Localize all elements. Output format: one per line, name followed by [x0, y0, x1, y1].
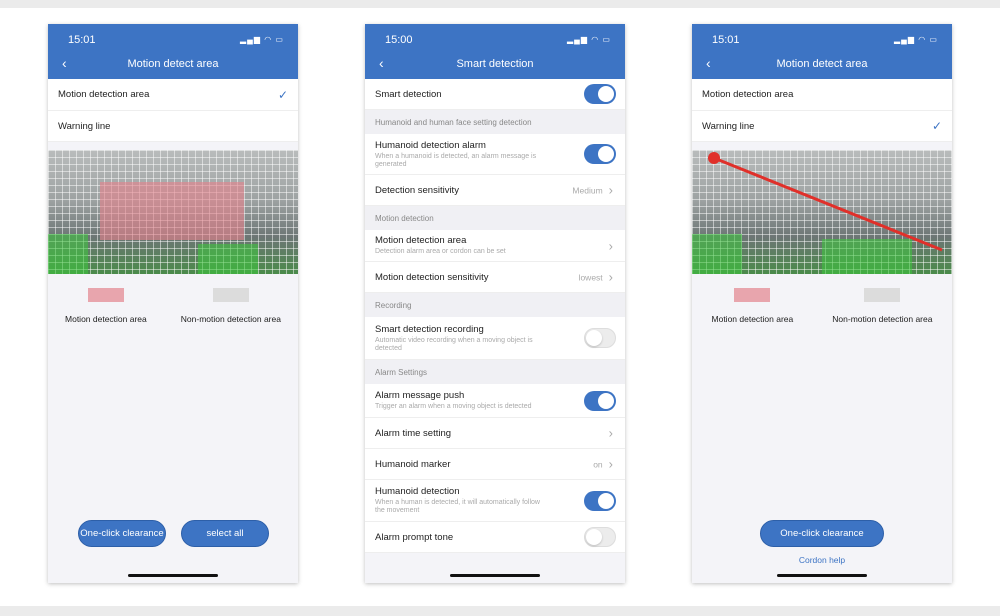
option-motion-area[interactable]: Motion detection area ✓ [48, 79, 298, 111]
option-warning-line[interactable]: Warning line ✓ [692, 111, 952, 142]
status-icons: ▂▄▆ ◠ ▭ [240, 35, 284, 44]
option-label: Motion detection area [702, 89, 794, 100]
non-motion-swatch [212, 288, 249, 302]
status-icons: ▂▄▆ ◠ ▭ [894, 35, 938, 44]
row-sub: When a human is detected, it will automa… [375, 499, 540, 514]
row-detection-sensitivity[interactable]: Detection sensitivity Medium › [365, 175, 625, 206]
row-value: lowest [578, 272, 603, 282]
camera-grid[interactable] [692, 150, 952, 274]
option-label: Warning line [58, 120, 111, 132]
toggle-humanoid-alarm[interactable] [584, 144, 616, 164]
row-alarm-tone: Alarm prompt tone [365, 522, 625, 553]
row-humanoid-detection: Humanoid detection When a human is detect… [365, 480, 625, 522]
section-motion: Motion detection [365, 206, 625, 230]
row-label: Humanoid detection [375, 486, 460, 497]
row-label: Smart detection recording [375, 323, 484, 335]
green-region [198, 244, 258, 274]
select-all-button[interactable]: select all [181, 520, 269, 547]
chevron-right-icon: › [608, 425, 613, 441]
chevron-right-icon: › [608, 182, 613, 198]
row-smart-recording: Smart detection recording Automatic video… [365, 317, 625, 360]
one-click-clearance-button[interactable]: One-click clearance [760, 520, 884, 547]
row-label: Detection sensitivity [375, 184, 459, 196]
section-alarm: Alarm Settings [365, 360, 625, 384]
page-title: Motion detect area [776, 58, 868, 70]
page-title: Motion detect area [127, 58, 219, 70]
toggle-alarm-tone[interactable] [584, 527, 616, 547]
legend: Motion detection area Non-motion detecti… [692, 288, 952, 324]
section-humanoid: Humanoid and human face setting detectio… [365, 110, 625, 134]
home-indicator [128, 574, 218, 577]
motion-swatch [734, 288, 771, 302]
section-recording: Recording [365, 293, 625, 317]
row-label: Motion detection area [375, 235, 467, 246]
option-warning-line[interactable]: Warning line [48, 111, 298, 142]
page-title: Smart detection [456, 58, 534, 70]
row-humanoid-alarm: Humanoid detection alarm When a humanoid … [365, 134, 625, 175]
green-region [692, 234, 742, 274]
status-time: 15:00 [385, 34, 413, 46]
row-label: Alarm message push [375, 390, 465, 401]
status-time: 15:01 [712, 34, 740, 46]
legend-label: Motion detection area [711, 314, 794, 324]
row-label: Motion detection sensitivity [375, 271, 489, 283]
row-label: Smart detection [375, 88, 442, 100]
row-sub: Trigger an alarm when a moving object is… [375, 403, 532, 410]
chevron-right-icon: › [608, 269, 613, 285]
toggle-smart-detection[interactable] [584, 84, 616, 104]
status-icons: ▂▄▆ ◠ ▭ [567, 35, 611, 44]
phone-motion-area: 15:01 ▂▄▆ ◠ ▭ ‹ Motion detect area Motio… [48, 24, 298, 583]
phone-smart-detection: 15:00 ▂▄▆ ◠ ▭ ‹ Smart detection Smart de… [365, 24, 625, 583]
chevron-right-icon: › [608, 238, 613, 253]
green-region [48, 234, 88, 274]
row-sub: Detection alarm area or cordon can be se… [375, 248, 506, 255]
row-humanoid-marker[interactable]: Humanoid marker on › [365, 449, 625, 480]
check-icon: ✓ [277, 87, 288, 102]
legend-label: Non-motion detection area [832, 314, 933, 324]
legend-label: Motion detection area [65, 314, 147, 324]
header: 15:01 ▂▄▆ ◠ ▭ ‹ Motion detect area [48, 24, 298, 79]
toggle-smart-recording[interactable] [584, 328, 616, 348]
toggle-humanoid-detection[interactable] [584, 490, 616, 511]
motion-area-region [100, 182, 244, 240]
row-label: Humanoid marker [375, 458, 451, 470]
option-motion-area[interactable]: Motion detection area [692, 79, 952, 111]
header: 15:01 ▂▄▆ ◠ ▭ ‹ Motion detect area [692, 24, 952, 79]
row-value: on [593, 459, 603, 469]
chevron-right-icon: › [608, 456, 613, 472]
row-motion-area[interactable]: Motion detection area Detection alarm are… [365, 230, 625, 262]
row-sub: When a humanoid is detected, an alarm me… [375, 152, 537, 168]
option-label: Motion detection area [58, 89, 150, 100]
one-click-clearance-button[interactable]: One-click clearance [78, 520, 166, 547]
status-time: 15:01 [68, 34, 96, 46]
toggle-alarm-push[interactable] [584, 390, 616, 411]
phone-warning-line: 15:01 ▂▄▆ ◠ ▭ ‹ Motion detect area Motio… [692, 24, 952, 583]
motion-swatch [87, 288, 124, 302]
row-value: Medium [572, 185, 603, 195]
row-smart-detection: Smart detection [365, 79, 625, 110]
home-indicator [450, 574, 540, 577]
cordon-help-link[interactable]: Cordon help [692, 555, 952, 565]
row-alarm-time[interactable]: Alarm time setting › [365, 418, 625, 449]
check-icon: ✓ [931, 119, 942, 133]
row-motion-sensitivity[interactable]: Motion detection sensitivity lowest › [365, 262, 625, 293]
legend-label: Non-motion detection area [180, 314, 281, 324]
camera-grid[interactable] [48, 150, 298, 274]
row-label: Humanoid detection alarm [375, 139, 486, 151]
green-region [822, 239, 912, 274]
row-label: Alarm time setting [375, 427, 452, 439]
delete-line-icon[interactable] [708, 152, 720, 164]
row-alarm-push: Alarm message push Trigger an alarm when … [365, 384, 625, 418]
home-indicator [777, 574, 867, 577]
row-label: Alarm prompt tone [375, 531, 454, 543]
legend: Motion detection area Non-motion detecti… [48, 288, 298, 324]
row-sub: Automatic video recording when a moving … [375, 336, 533, 352]
warning-line [713, 156, 943, 252]
non-motion-swatch [864, 288, 901, 302]
header: 15:00 ▂▄▆ ◠ ▭ ‹ Smart detection [365, 24, 625, 79]
option-label: Warning line [702, 120, 755, 132]
